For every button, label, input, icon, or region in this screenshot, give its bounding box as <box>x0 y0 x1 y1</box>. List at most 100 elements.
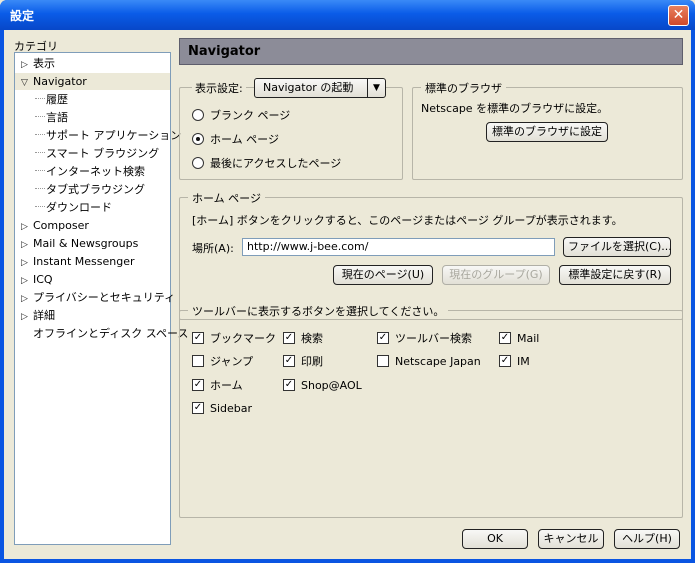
expand-triangle-icon[interactable]: ▷ <box>21 237 33 254</box>
checkbox-search[interactable]: ✓ 検索 <box>283 331 323 347</box>
checkbox-label: Sidebar <box>210 402 253 415</box>
radio-label: 最後にアクセスしたページ <box>210 157 342 170</box>
tree-connector <box>35 163 45 171</box>
sidebar-item-label: Instant Messenger <box>33 255 135 268</box>
tree-connector <box>35 109 45 117</box>
settings-window: 設定 ✕ カテゴリ ▷ 表示 ▽ Navigator 履歴 言語 サポート アプリケ… <box>0 0 695 563</box>
tree-connector <box>35 145 45 153</box>
radio-circle[interactable] <box>192 157 204 169</box>
checkbox-netscape-japan[interactable]: Netscape Japan <box>377 354 481 370</box>
checkbox-box[interactable] <box>377 355 389 367</box>
ok-button[interactable]: OK <box>462 529 528 549</box>
sidebar-item-internet-search[interactable]: インターネット検索 <box>35 163 145 180</box>
location-label: 場所(A): <box>192 242 234 255</box>
checkbox-jump[interactable]: ジャンプ <box>192 354 253 370</box>
category-tree[interactable]: ▷ 表示 ▽ Navigator 履歴 言語 サポート アプリケーション スマート … <box>14 52 188 545</box>
chevron-down-icon[interactable]: ▼ <box>367 79 385 97</box>
use-current-group-button[interactable]: 現在のグループ(G) <box>442 265 550 285</box>
set-default-browser-button[interactable]: 標準のブラウザに設定 <box>486 122 608 142</box>
checkbox-bookmarks[interactable]: ✓ ブックマーク <box>192 331 276 347</box>
sidebar-item-instant-messenger[interactable]: ▷ Instant Messenger <box>21 253 135 270</box>
home-page-group: ホーム ページ [ホーム] ボタンをクリックすると、このページまたはページ グル… <box>179 190 683 320</box>
home-page-title: ホーム ページ <box>188 190 265 206</box>
radio-circle[interactable] <box>192 109 204 121</box>
sidebar-item-history[interactable]: 履歴 <box>35 91 68 108</box>
check-icon[interactable]: ✓ <box>283 355 295 367</box>
check-icon[interactable]: ✓ <box>192 332 204 344</box>
check-icon[interactable]: ✓ <box>499 332 511 344</box>
check-icon[interactable]: ✓ <box>283 332 295 344</box>
help-button[interactable]: ヘルプ(H) <box>614 529 680 549</box>
collapse-triangle-icon[interactable]: ▽ <box>21 75 33 92</box>
sidebar-item-navigator[interactable]: ▽ Navigator <box>15 73 170 90</box>
sidebar-item-label: 言語 <box>46 111 68 124</box>
startup-dropdown[interactable]: Navigator の起動 ▼ <box>254 78 386 98</box>
use-current-page-button[interactable]: 現在のページ(U) <box>333 265 433 285</box>
checkbox-shop-aol[interactable]: ✓ Shop@AOL <box>283 378 362 394</box>
sidebar-item-label: タブ式ブラウジング <box>46 183 145 196</box>
tree-connector <box>35 91 45 99</box>
checkbox-label: IM <box>517 355 530 368</box>
sidebar-item-mail-newsgroups[interactable]: ▷ Mail & Newsgroups <box>21 235 138 252</box>
sidebar-item-label: サポート アプリケーション <box>46 129 182 142</box>
check-icon[interactable]: ✓ <box>192 402 204 414</box>
sidebar-item-advanced[interactable]: ▷ 詳細 <box>21 307 55 324</box>
check-icon[interactable]: ✓ <box>283 379 295 391</box>
sidebar-item-display[interactable]: ▷ 表示 <box>21 55 55 72</box>
default-browser-description: Netscape を標準のブラウザに設定。 <box>421 102 609 115</box>
sidebar-item-smart-browsing[interactable]: スマート ブラウジング <box>35 145 159 162</box>
expand-triangle-icon[interactable]: ▷ <box>21 273 33 290</box>
dialog-body: カテゴリ ▷ 表示 ▽ Navigator 履歴 言語 サポート アプリケーション … <box>4 30 691 559</box>
radio-last-visited[interactable]: 最後にアクセスしたページ <box>192 156 341 172</box>
checkbox-label: 検索 <box>301 332 323 345</box>
sidebar-item-helper-apps[interactable]: サポート アプリケーション <box>35 127 181 144</box>
radio-home-page[interactable]: ホーム ページ <box>192 132 279 148</box>
panel-title: Navigator <box>179 38 683 65</box>
sidebar-item-tabbed-browsing[interactable]: タブ式ブラウジング <box>35 181 145 198</box>
checkbox-label: 印刷 <box>301 355 323 368</box>
expand-triangle-icon[interactable]: ▷ <box>21 57 33 74</box>
tree-connector <box>35 199 45 207</box>
sidebar-item-label: Navigator <box>33 75 87 88</box>
check-icon[interactable]: ✓ <box>192 379 204 391</box>
window-title: 設定 <box>10 9 35 23</box>
expand-triangle-icon[interactable]: ▷ <box>21 219 33 236</box>
sidebar-item-offline-disk[interactable]: オフラインとディスク スペース <box>33 325 188 342</box>
home-page-url-input[interactable]: http://www.j-bee.com/ <box>242 238 555 256</box>
expand-triangle-icon[interactable]: ▷ <box>21 309 33 326</box>
sidebar-item-label: スマート ブラウジング <box>46 147 160 160</box>
default-browser-group: 標準のブラウザ Netscape を標準のブラウザに設定。 標準のブラウザに設定 <box>412 80 683 180</box>
checkbox-label: ホーム <box>210 379 243 392</box>
checkbox-toolbar-search[interactable]: ✓ ツールバー検索 <box>377 331 472 347</box>
sidebar-item-languages[interactable]: 言語 <box>35 109 68 126</box>
sidebar-item-label: インターネット検索 <box>46 165 145 178</box>
checkbox-print[interactable]: ✓ 印刷 <box>283 354 323 370</box>
sidebar-item-composer[interactable]: ▷ Composer <box>21 217 89 234</box>
check-icon[interactable]: ✓ <box>499 355 511 367</box>
checkbox-home[interactable]: ✓ ホーム <box>192 378 243 394</box>
checkbox-box[interactable] <box>192 355 204 367</box>
expand-triangle-icon[interactable]: ▷ <box>21 291 33 308</box>
cancel-button[interactable]: キャンセル <box>538 529 604 549</box>
radio-blank-page[interactable]: ブランク ページ <box>192 108 290 124</box>
home-page-description: [ホーム] ボタンをクリックすると、このページまたはページ グループが表示されま… <box>192 214 623 227</box>
sidebar-item-privacy-security[interactable]: ▷ プライバシーとセキュリティ <box>21 289 175 306</box>
sidebar-item-icq[interactable]: ▷ ICQ <box>21 271 53 288</box>
checkbox-mail[interactable]: ✓ Mail <box>499 331 539 347</box>
close-button[interactable]: ✕ <box>668 5 689 26</box>
radio-circle[interactable] <box>192 133 204 145</box>
checkbox-label: ジャンプ <box>210 355 254 368</box>
tree-connector <box>35 181 45 189</box>
checkbox-im[interactable]: ✓ IM <box>499 354 530 370</box>
check-icon[interactable]: ✓ <box>377 332 389 344</box>
choose-file-button[interactable]: ファイルを選択(C)... <box>563 237 672 257</box>
checkbox-sidebar[interactable]: ✓ Sidebar <box>192 401 252 417</box>
checkbox-label: ツールバー検索 <box>395 332 472 345</box>
expand-triangle-icon[interactable]: ▷ <box>21 255 33 272</box>
title-bar[interactable]: 設定 ✕ <box>0 0 695 30</box>
sidebar-item-label: オフラインとディスク スペース <box>33 327 189 340</box>
checkbox-label: Shop@AOL <box>301 379 362 392</box>
checkbox-label: ブックマーク <box>210 332 276 345</box>
sidebar-item-downloads[interactable]: ダウンロード <box>35 199 112 216</box>
restore-default-button[interactable]: 標準設定に戻す(R) <box>559 265 671 285</box>
